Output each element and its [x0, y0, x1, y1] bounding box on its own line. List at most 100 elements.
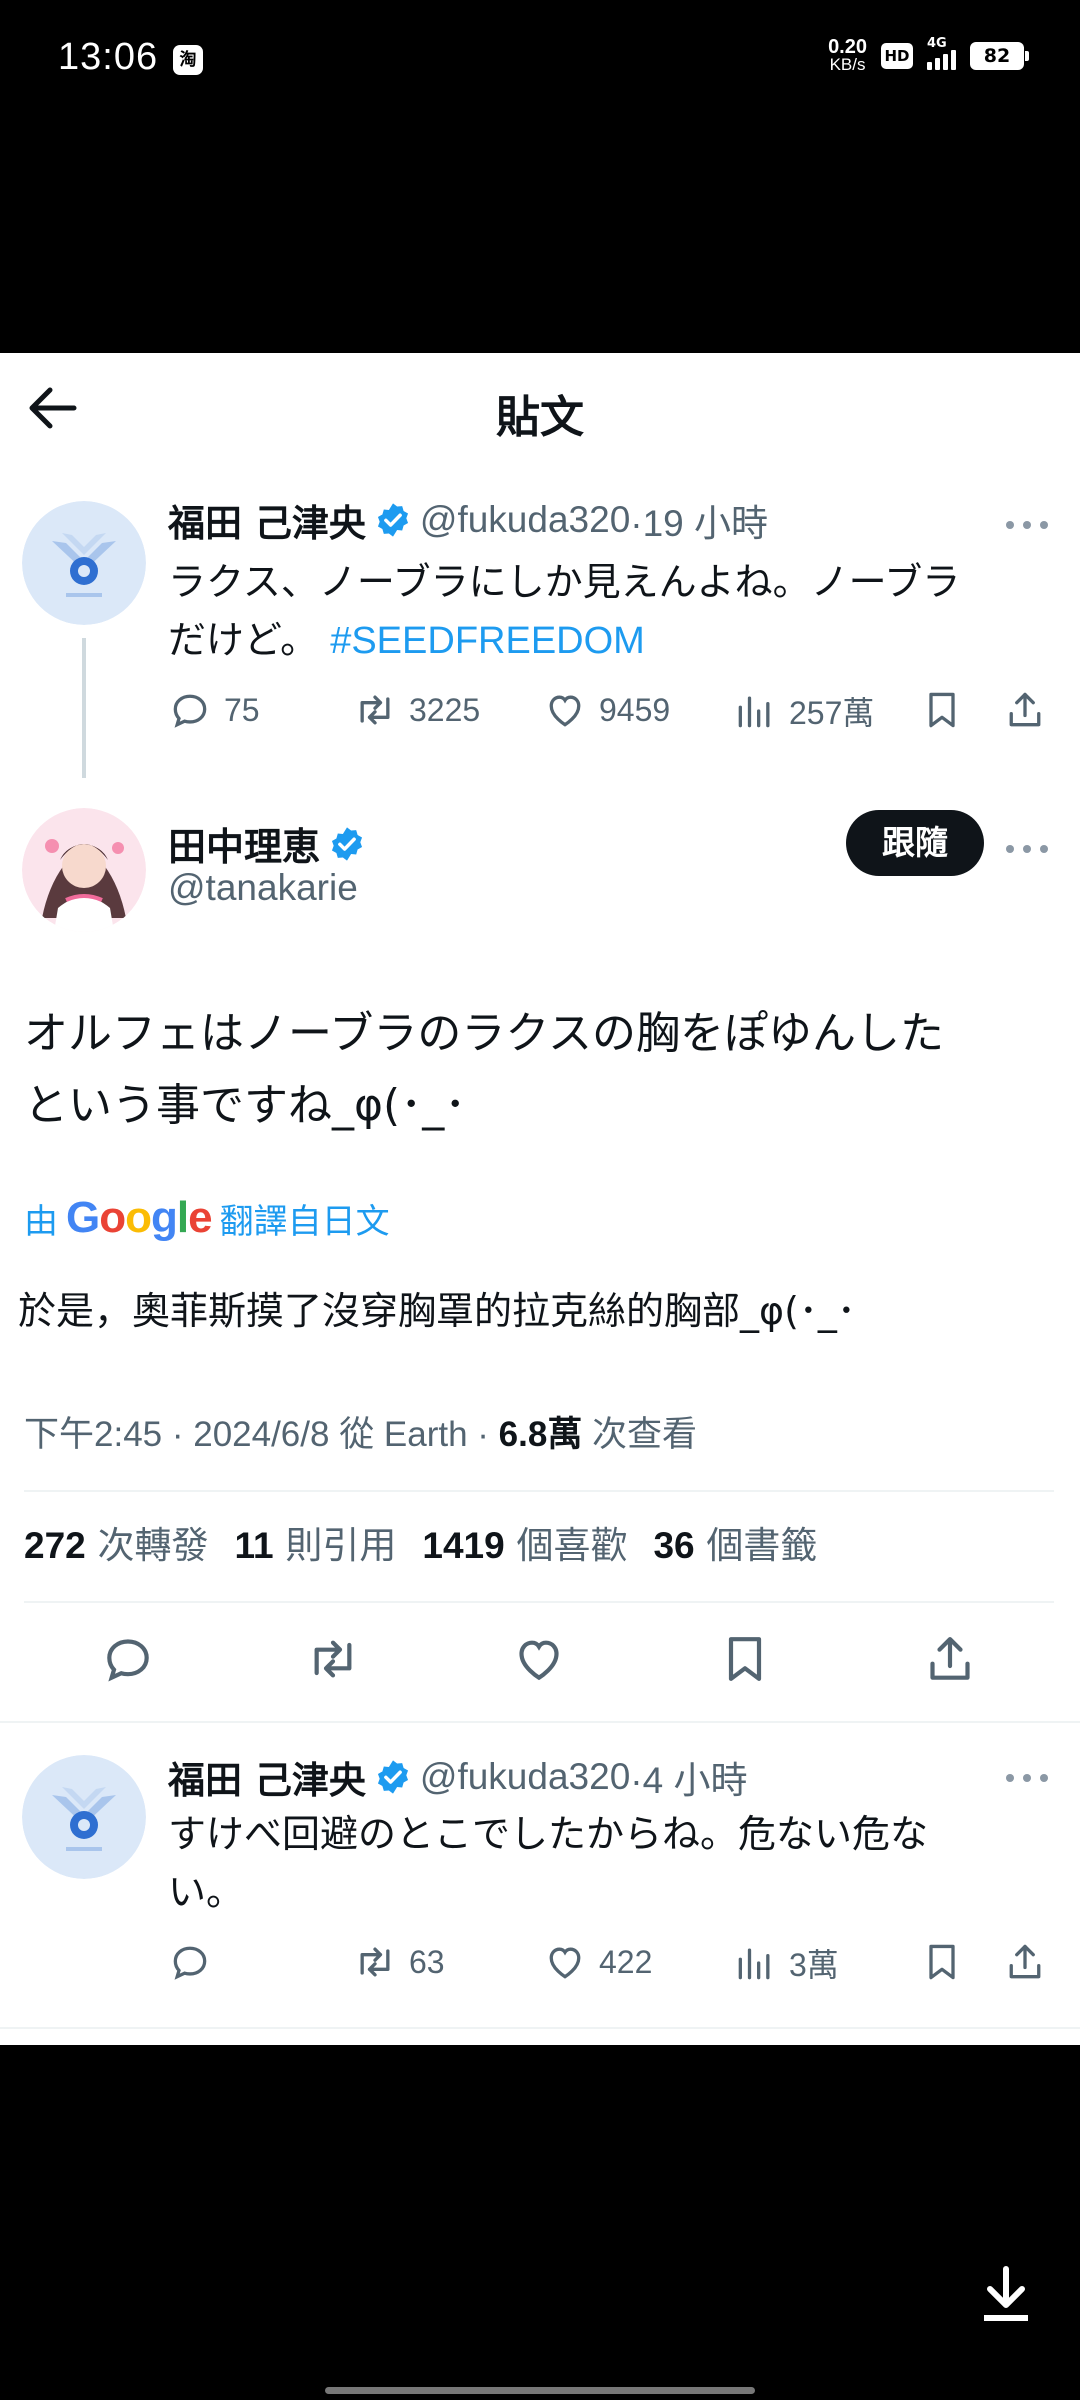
stat-value: 36	[653, 1525, 695, 1566]
translate-prefix: 由	[24, 1201, 58, 1242]
share-icon[interactable]	[922, 1631, 978, 1687]
hd-icon: HD	[881, 43, 913, 69]
bookmark-icon	[929, 692, 955, 728]
views-button[interactable]: 257萬	[733, 688, 874, 734]
tweet-text-line: オルフェはノーブラのラクスの胸をぽゆんした	[24, 1008, 945, 1059]
share-icon	[1009, 692, 1041, 727]
more-options-icon[interactable]	[1004, 1772, 1050, 1784]
tweet-text-line: ラクス、ノーブラにしか見えんよね。ノーブラ	[168, 560, 961, 604]
hashtag-link[interactable]: #SEEDFREEDOM	[330, 620, 645, 662]
divider	[0, 2027, 1080, 2029]
retweets-stat[interactable]: 272 次轉發	[24, 1515, 209, 1569]
thread-connector	[82, 638, 86, 778]
reply-child-actions: 63 422 3萬	[168, 1940, 1054, 1990]
stat-label: 個喜歡	[516, 1524, 628, 1567]
follow-button[interactable]: 跟隨	[846, 810, 984, 876]
views-count: 257萬	[789, 695, 875, 731]
author-handle[interactable]: @fukuda320	[420, 499, 630, 541]
retweet-icon	[360, 1947, 390, 1977]
share-button[interactable]	[1003, 688, 1047, 732]
engagement-stats: 272 次轉發 11 則引用 1419 個喜歡 36 個書籤	[24, 1515, 817, 1569]
network-speed-value: 0.20	[828, 36, 867, 58]
translation-attribution[interactable]: 由 Google 翻譯自日文	[24, 1193, 390, 1243]
stat-value: 272	[24, 1525, 86, 1566]
network-speed-unit: KB/s	[829, 55, 866, 74]
share-button[interactable]	[1003, 1940, 1047, 1984]
reply-child-header: 福田 己津央 @fukuda320 ·4 小時	[168, 1750, 747, 1804]
avatar-fukuda[interactable]	[22, 1755, 146, 1879]
author-handle[interactable]: @fukuda320	[420, 1756, 630, 1798]
views-chart-icon	[738, 1948, 770, 1980]
tweet-text-line: すけべ回避のとこでしたからね。危ない危な	[168, 1812, 929, 1856]
retweet-icon[interactable]	[305, 1631, 361, 1687]
share-icon	[1009, 1944, 1041, 1979]
home-indicator[interactable]	[325, 2387, 755, 2394]
app-notification-icon: 淘	[173, 45, 203, 75]
views-count: 3萬	[789, 1947, 839, 1983]
reply-button[interactable]: 75	[168, 688, 260, 732]
reply-button[interactable]	[168, 1940, 212, 1984]
main-tweet-text: オルフェはノーブラのラクスの胸をぽゆんした という事ですね_φ(･_･	[24, 998, 1064, 1142]
main-tweet-author-name-row: 田中理恵	[168, 816, 374, 871]
translate-suffix: 翻譯自日文	[219, 1201, 390, 1242]
verified-badge-icon	[377, 1760, 408, 1794]
tweet-text-span: だけど。	[168, 618, 319, 662]
heart-icon[interactable]	[511, 1631, 567, 1687]
network-speed: 0.20 KB/s	[828, 36, 867, 74]
avatar-tanakarie[interactable]	[22, 808, 146, 932]
bookmark-icon[interactable]	[717, 1631, 773, 1687]
reply-count: 75	[224, 691, 260, 728]
battery-icon: 82	[970, 42, 1029, 70]
retweet-count: 3225	[409, 691, 481, 728]
bookmark-button[interactable]	[920, 688, 964, 732]
reply-parent-actions: 75 3225 9459 257萬	[168, 688, 1054, 738]
author-handle[interactable]: @tanakarie	[168, 867, 358, 909]
reply-icon[interactable]	[100, 1631, 156, 1687]
tweet-text-line: だけど。 #SEEDFREEDOM	[168, 611, 960, 670]
bookmark-button[interactable]	[920, 1940, 964, 1984]
heart-icon	[549, 695, 581, 727]
more-options-icon[interactable]	[1004, 843, 1050, 855]
translated-text: 於是，奧菲斯摸了沒穿胸罩的拉克絲的胸部_φ(･_･	[18, 1289, 856, 1333]
quotes-stat[interactable]: 11 則引用	[235, 1515, 397, 1569]
post-screen: 貼文 福田 己津央 @fukuda320 ·19 小時 ラクス、ノーブラにしか見…	[0, 353, 1080, 2045]
reply-parent-header: 福田 己津央 @fukuda320 ·19 小時	[168, 493, 768, 547]
tweet-text-line: い。	[168, 1870, 245, 1914]
heart-icon	[549, 1947, 581, 1979]
retweet-button[interactable]: 3225	[353, 688, 480, 732]
reply-child-text: すけべ回避のとこでしたからね。危ない危な い。	[168, 1805, 928, 1921]
stat-label: 次轉發	[97, 1524, 209, 1567]
signal-icon: 4G	[927, 36, 956, 70]
divider	[24, 1490, 1054, 1492]
tweet-meta: 下午2:45 · 2024/6/8 從 Earth · 6.8萬 次查看	[24, 1406, 697, 1457]
tweet-text-line: という事ですね_φ(･_･	[24, 1080, 467, 1131]
likes-stat[interactable]: 1419 個喜歡	[422, 1515, 627, 1569]
network-type-label: 4G	[927, 36, 947, 51]
verified-badge-icon	[377, 503, 408, 537]
more-options-icon[interactable]	[1004, 519, 1050, 531]
status-indicators: 0.20 KB/s HD 4G 82	[828, 36, 1029, 74]
author-name[interactable]: 田中理恵	[168, 816, 320, 871]
verified-badge-icon	[331, 826, 363, 861]
post-timestamp: 下午2:45 · 2024/6/8 從 Earth ·	[24, 1415, 499, 1454]
stat-value: 1419	[422, 1525, 505, 1566]
divider	[24, 1601, 1054, 1603]
retweet-button[interactable]: 63	[353, 1940, 445, 1984]
like-button[interactable]: 9459	[543, 688, 670, 732]
google-logo: Google	[66, 1193, 213, 1242]
bookmark-icon	[929, 1944, 955, 1980]
like-button[interactable]: 422	[543, 1940, 652, 1984]
like-count: 9459	[599, 691, 671, 728]
reply-icon	[173, 694, 207, 728]
retweet-count: 63	[409, 1943, 445, 1980]
retweet-icon	[360, 695, 390, 725]
divider	[0, 1721, 1080, 1723]
bookmarks-stat[interactable]: 36 個書籤	[653, 1515, 817, 1569]
author-name[interactable]: 福田 己津央	[168, 1750, 366, 1804]
view-count: 6.8萬	[498, 1415, 583, 1454]
page-title: 貼文	[496, 392, 584, 443]
download-icon[interactable]	[980, 2265, 1032, 2325]
views-button[interactable]: 3萬	[733, 1940, 839, 1986]
avatar-fukuda[interactable]	[22, 501, 146, 625]
author-name[interactable]: 福田 己津央	[168, 493, 366, 547]
